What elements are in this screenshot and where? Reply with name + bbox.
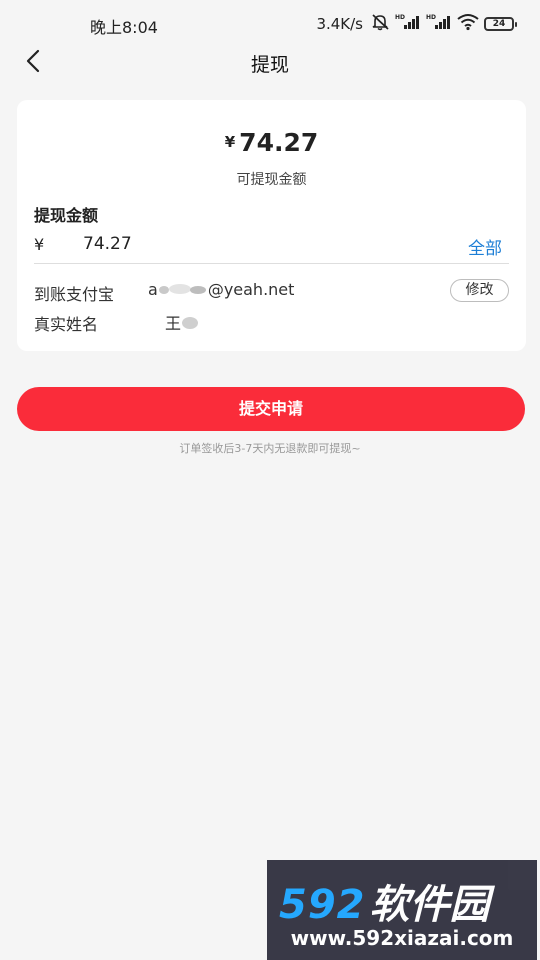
balance-caption: 可提现金额 [236, 172, 307, 188]
redaction-blur [181, 315, 201, 334]
submit-application-button[interactable]: 提交申请 [17, 387, 525, 431]
wifi-icon [457, 13, 479, 35]
status-time: 晚上8:04 [90, 18, 158, 37]
watermark-number: 592 [279, 882, 366, 928]
real-name-value: 王 [165, 310, 201, 334]
watermark-brand: 软件园 [369, 882, 490, 928]
real-name-row: 真实姓名 王 [34, 309, 509, 335]
status-icons: 3.4K/s HD HD 24 [316, 13, 517, 35]
alipay-account: a @yeah.net [148, 280, 294, 300]
modify-button[interactable]: 修改 [450, 279, 509, 302]
watermark-url: www.592xiazai.com [290, 926, 514, 950]
balance-value: 74.27 [239, 128, 319, 157]
real-name-text: 王 [165, 314, 182, 333]
withdraw-note: 订单签收后3-7天内无退款即可提现~ [179, 442, 361, 455]
network-speed: 3.4K/s [316, 15, 363, 33]
nav-bar: 提现 [0, 46, 540, 80]
page-title: 提现 [250, 54, 289, 76]
withdraw-amount-label: 提现金额 [34, 206, 99, 225]
alipay-row: 到账支付宝 a @yeah.net 修改 [34, 279, 509, 305]
redaction-blur [158, 281, 208, 300]
watermark-logo: 592 软件园 www.592xiazai.com [267, 860, 537, 960]
hd-signal-icon: HD [395, 13, 421, 35]
withdraw-amount-input[interactable]: 74.27 [83, 234, 132, 254]
mute-bell-icon [370, 13, 390, 35]
alipay-label: 到账支付宝 [34, 285, 115, 304]
battery-icon: 24 [484, 17, 517, 31]
alipay-account-prefix: a [148, 280, 158, 299]
withdraw-all-button[interactable]: 全部 [468, 234, 502, 259]
currency-symbol: ¥ [224, 133, 236, 151]
real-name-label: 真实姓名 [34, 315, 99, 334]
withdraw-card: ¥74.27 可提现金额 提现金额 ¥ 74.27 全部 到账支付宝 a @yea… [17, 100, 526, 351]
svg-text:HD: HD [395, 14, 405, 21]
balance-amount: ¥74.27 [17, 128, 526, 157]
svg-text:HD: HD [426, 14, 436, 21]
alipay-account-suffix: @yeah.net [207, 280, 295, 299]
input-currency-symbol: ¥ [34, 235, 45, 254]
withdraw-amount-row: ¥ 74.27 全部 [34, 230, 509, 264]
hd-signal-icon: HD [426, 13, 452, 35]
status-bar: 晚上8:04 3.4K/s HD HD 24 [0, 0, 540, 46]
